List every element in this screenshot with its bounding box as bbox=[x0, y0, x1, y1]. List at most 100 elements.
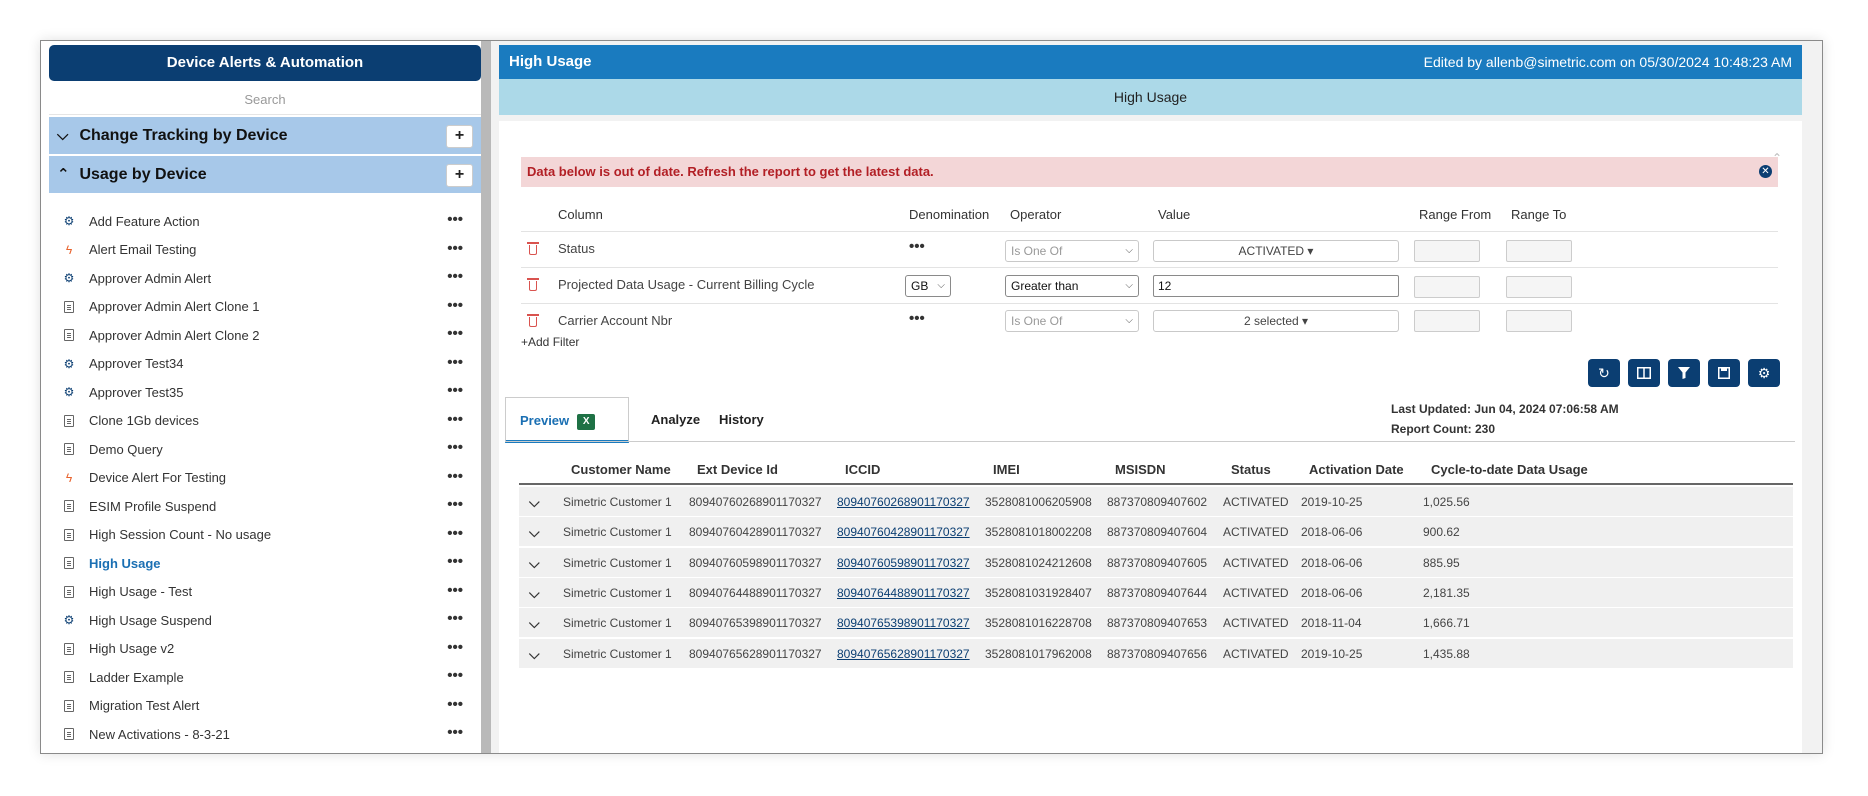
value-select[interactable]: ACTIVATED ▾ bbox=[1153, 240, 1399, 262]
sidebar-item[interactable]: ⚙ Approver Test35 ••• bbox=[49, 378, 481, 407]
item-more-button[interactable]: ••• bbox=[447, 663, 463, 689]
sidebar-item[interactable]: ϟ Alert Email Testing ••• bbox=[49, 236, 481, 265]
chevron-down-icon[interactable]: ⌵ bbox=[529, 548, 540, 578]
col-iccid[interactable]: ICCID bbox=[845, 455, 880, 485]
item-more-button[interactable]: ••• bbox=[447, 236, 463, 262]
col-ext-device-id[interactable]: Ext Device Id bbox=[697, 455, 778, 485]
table-row[interactable]: ⌵ Simetric Customer 1 80940760598901170327… bbox=[519, 547, 1793, 578]
tab-preview[interactable]: Preview X bbox=[505, 397, 629, 443]
table-cell: 2019-10-25 bbox=[1301, 646, 1363, 661]
columns-icon[interactable] bbox=[1628, 359, 1660, 387]
add-alert-button[interactable]: + bbox=[446, 125, 473, 148]
settings-icon[interactable]: ⚙ bbox=[1748, 359, 1780, 387]
tab-analyze[interactable]: Analyze bbox=[651, 397, 700, 443]
item-more-button[interactable]: ••• bbox=[447, 407, 463, 433]
sidebar-item[interactable]: New Activations - 8-3-21 ••• bbox=[49, 720, 481, 749]
range-to-input[interactable] bbox=[1506, 310, 1572, 332]
item-more-button[interactable]: ••• bbox=[447, 207, 463, 233]
value-select[interactable]: 2 selected ▾ bbox=[1153, 310, 1399, 332]
sidebar-item[interactable]: ⚙ Approver Admin Alert ••• bbox=[49, 264, 481, 293]
chevron-down-icon[interactable]: ⌵ bbox=[529, 578, 540, 608]
table-row[interactable]: ⌵ Simetric Customer 1 80940765398901170327… bbox=[519, 608, 1793, 639]
item-more-button[interactable]: ••• bbox=[447, 321, 463, 347]
sidebar-item[interactable]: Approver Admin Alert Clone 2 ••• bbox=[49, 321, 481, 350]
sidebar-item[interactable]: ϟ Device Alert For Testing ••• bbox=[49, 464, 481, 493]
item-more-button[interactable]: ••• bbox=[447, 293, 463, 319]
table-row[interactable]: ⌵ Simetric Customer 1 80940764488901170327… bbox=[519, 577, 1793, 608]
iccid-link[interactable]: 80940765398901170327 bbox=[837, 608, 970, 638]
col-cycle-data-usage[interactable]: Cycle-to-date Data Usage bbox=[1431, 455, 1588, 485]
operator-select[interactable]: Is One Of ⌵ bbox=[1005, 310, 1139, 332]
sidebar-item[interactable]: Migration Test Alert ••• bbox=[49, 692, 481, 721]
sidebar-item[interactable]: Approver Admin Alert Clone 1 ••• bbox=[49, 293, 481, 322]
denomination-select[interactable]: GB ⌵ bbox=[905, 275, 951, 297]
item-more-button[interactable]: ••• bbox=[447, 578, 463, 604]
item-more-button[interactable]: ••• bbox=[447, 521, 463, 547]
range-from-input[interactable] bbox=[1414, 240, 1480, 262]
item-more-button[interactable]: ••• bbox=[447, 720, 463, 746]
range-from-input[interactable] bbox=[1414, 276, 1480, 298]
iccid-link[interactable]: 80940760428901170327 bbox=[837, 517, 970, 547]
sidebar-item[interactable]: High Usage - Test ••• bbox=[49, 578, 481, 607]
iccid-link[interactable]: 80940764488901170327 bbox=[837, 578, 970, 608]
col-imei[interactable]: IMEI bbox=[993, 455, 1020, 485]
trash-icon[interactable] bbox=[527, 278, 539, 292]
sidebar-search-input[interactable]: Search bbox=[49, 85, 481, 115]
refresh-icon[interactable]: ↻ bbox=[1588, 359, 1620, 387]
filter-more-button[interactable]: ••• bbox=[909, 232, 925, 262]
range-from-input[interactable] bbox=[1414, 310, 1480, 332]
add-filter-link[interactable]: +Add Filter bbox=[521, 335, 579, 349]
group-usage-by-device[interactable]: ⌃ Usage by Device + bbox=[49, 156, 481, 194]
operator-select[interactable]: Is One Of ⌵ bbox=[1005, 240, 1139, 262]
panel-splitter[interactable] bbox=[481, 41, 491, 753]
trash-icon[interactable] bbox=[527, 242, 539, 256]
table-row[interactable]: ⌵ Simetric Customer 1 80940765628901170327… bbox=[519, 638, 1793, 669]
add-alert-button[interactable]: + bbox=[446, 164, 473, 187]
filter-icon[interactable] bbox=[1668, 359, 1700, 387]
col-activation-date[interactable]: Activation Date bbox=[1309, 455, 1404, 485]
item-more-button[interactable]: ••• bbox=[447, 350, 463, 376]
tab-history[interactable]: History bbox=[719, 397, 764, 443]
group-change-tracking[interactable]: ⌵ Change Tracking by Device + bbox=[49, 117, 481, 155]
iccid-link[interactable]: 80940760268901170327 bbox=[837, 487, 970, 517]
sidebar-item[interactable]: ⚙ Approver Test34 ••• bbox=[49, 350, 481, 379]
chevron-down-icon[interactable]: ⌵ bbox=[529, 517, 540, 547]
sidebar-item[interactable]: Ladder Example ••• bbox=[49, 663, 481, 692]
col-status[interactable]: Status bbox=[1231, 455, 1271, 485]
item-more-button[interactable]: ••• bbox=[447, 464, 463, 490]
item-more-button[interactable]: ••• bbox=[447, 549, 463, 575]
range-to-input[interactable] bbox=[1506, 276, 1572, 298]
item-more-button[interactable]: ••• bbox=[447, 435, 463, 461]
col-msisdn[interactable]: MSISDN bbox=[1115, 455, 1166, 485]
sidebar-item[interactable]: High Usage ••• bbox=[49, 549, 481, 578]
sidebar-item[interactable]: Demo Query ••• bbox=[49, 435, 481, 464]
value-input[interactable]: 12 bbox=[1153, 275, 1399, 297]
sidebar-item[interactable]: ⚙ High Usage Suspend ••• bbox=[49, 606, 481, 635]
chevron-down-icon[interactable]: ⌵ bbox=[529, 639, 540, 669]
sidebar-item[interactable]: ⚙ Add Feature Action ••• bbox=[49, 207, 481, 236]
sidebar-item[interactable]: High Session Count - No usage ••• bbox=[49, 521, 481, 550]
item-more-button[interactable]: ••• bbox=[447, 692, 463, 718]
operator-select[interactable]: Greater than ⌵ bbox=[1005, 275, 1139, 297]
range-to-input[interactable] bbox=[1506, 240, 1572, 262]
col-customer-name[interactable]: Customer Name bbox=[571, 455, 671, 485]
iccid-link[interactable]: 80940765628901170327 bbox=[837, 639, 970, 669]
sidebar-item[interactable]: Clone 1Gb devices ••• bbox=[49, 407, 481, 436]
excel-icon[interactable]: X bbox=[577, 413, 596, 430]
table-row[interactable]: ⌵ Simetric Customer 1 80940760268901170327… bbox=[519, 487, 1793, 517]
table-row[interactable]: ⌵ Simetric Customer 1 80940760428901170327… bbox=[519, 517, 1793, 548]
item-more-button[interactable]: ••• bbox=[447, 378, 463, 404]
item-more-button[interactable]: ••• bbox=[447, 635, 463, 661]
chevron-down-icon[interactable]: ⌵ bbox=[529, 487, 540, 517]
item-more-button[interactable]: ••• bbox=[447, 264, 463, 290]
close-icon[interactable]: ✕ bbox=[1759, 165, 1772, 178]
item-more-button[interactable]: ••• bbox=[447, 606, 463, 632]
filter-more-button[interactable]: ••• bbox=[909, 304, 925, 334]
trash-icon[interactable] bbox=[527, 314, 539, 328]
sidebar-item[interactable]: ESIM Profile Suspend ••• bbox=[49, 492, 481, 521]
chevron-down-icon[interactable]: ⌵ bbox=[529, 608, 540, 638]
sidebar-item[interactable]: High Usage v2 ••• bbox=[49, 635, 481, 664]
item-more-button[interactable]: ••• bbox=[447, 492, 463, 518]
save-icon[interactable] bbox=[1708, 359, 1740, 387]
iccid-link[interactable]: 80940760598901170327 bbox=[837, 548, 970, 578]
